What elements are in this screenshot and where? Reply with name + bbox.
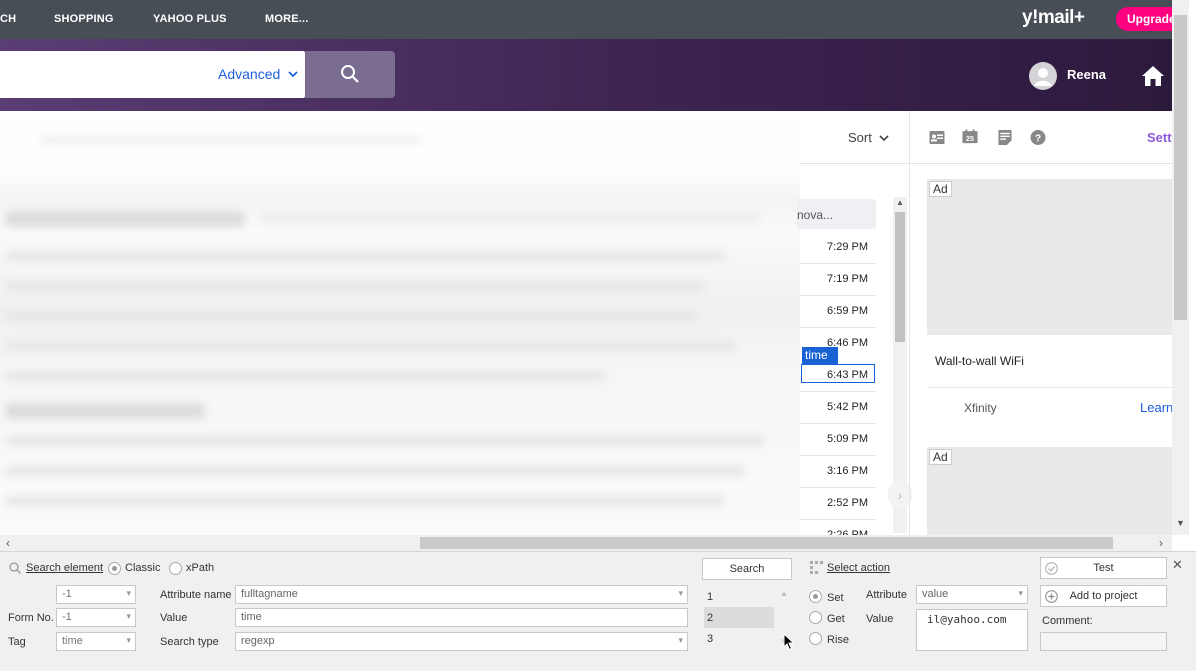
mode-xpath-label: xPath — [186, 562, 215, 574]
window-vertical-scroll-thumb[interactable] — [1174, 15, 1187, 320]
help-icon[interactable]: ? — [1030, 130, 1046, 145]
avatar[interactable] — [1029, 62, 1057, 90]
add-to-project-button[interactable]: Add to project — [1040, 585, 1167, 607]
mail-header: Advanced Reena — [0, 39, 1172, 111]
close-icon[interactable]: ✕ — [1172, 557, 1183, 573]
index-select[interactable]: -1 — [56, 585, 136, 604]
action-set-label: Set — [827, 592, 844, 604]
search-button[interactable]: Search — [702, 558, 792, 580]
message-time[interactable]: 7:29 PM — [800, 241, 876, 253]
contacts-icon[interactable] — [929, 130, 945, 145]
message-time[interactable]: 3:16 PM — [800, 465, 876, 477]
match-selected-row — [704, 607, 774, 628]
action-set-radio[interactable] — [809, 590, 822, 603]
ad-source: Xfinity — [964, 401, 997, 415]
user-name[interactable]: Reena — [1067, 67, 1106, 82]
attribute-name-select[interactable]: fulltagname — [235, 585, 688, 604]
message-time[interactable]: 6:59 PM — [800, 305, 876, 317]
home-icon[interactable] — [1141, 65, 1165, 87]
nav-link-shopping[interactable]: SHOPPING — [54, 13, 114, 25]
sort-label: Sort — [848, 130, 872, 145]
test-label: Test — [1093, 562, 1114, 574]
check-circle-icon — [1045, 562, 1058, 575]
action-get-label: Get — [827, 613, 845, 625]
ad-badge: Ad — [929, 449, 952, 465]
message-list-scroll-thumb[interactable] — [895, 212, 905, 342]
attribute-label: Attribute — [866, 589, 907, 601]
mouse-cursor-icon — [783, 633, 795, 651]
attribute-select[interactable]: value — [916, 585, 1028, 604]
action-rise-radio[interactable] — [809, 632, 822, 645]
advanced-label: Advanced — [218, 66, 281, 82]
preview-text: nova... — [797, 208, 834, 222]
action-get-radio[interactable] — [809, 611, 822, 624]
comment-label: Comment: — [1042, 615, 1093, 627]
match-list[interactable]: 1 2 3 ▲ ▼ — [702, 585, 790, 651]
user-icon — [1034, 68, 1052, 86]
top-navigation: CH SHOPPING YAHOO PLUS MORE... y!mail+ U… — [0, 0, 1186, 39]
preview-snippet[interactable]: nova... — [797, 199, 876, 229]
settings-link[interactable]: Sett — [1147, 130, 1172, 145]
comment-input[interactable] — [1040, 632, 1167, 651]
add-to-project-label: Add to project — [1069, 590, 1138, 602]
value-label: Value — [160, 612, 188, 624]
scroll-up-icon[interactable]: ▲ — [780, 589, 788, 598]
ad-divider — [927, 387, 1172, 388]
svg-text:?: ? — [1035, 133, 1041, 144]
search-button[interactable] — [305, 51, 395, 98]
sort-dropdown[interactable]: Sort — [848, 130, 890, 145]
nav-link-partial[interactable]: CH — [0, 13, 16, 25]
grid-icon — [810, 561, 823, 574]
form-no-label: Form No. — [8, 612, 54, 624]
ad-learn-more-link[interactable]: Learn — [1140, 400, 1173, 415]
element-highlight-box — [801, 364, 875, 383]
search-type-select[interactable]: regexp — [235, 632, 688, 651]
message-list-blurred — [0, 111, 800, 535]
window-horizontal-scroll-thumb[interactable] — [420, 537, 1113, 549]
chevron-down-icon — [879, 135, 890, 142]
sort-bar: Sort — [800, 111, 908, 163]
action-rise-label: Rise — [827, 634, 850, 646]
mode-classic-label: Classic — [125, 562, 161, 574]
notepad-icon[interactable] — [997, 130, 1013, 145]
nav-link-yahoo-plus[interactable]: YAHOO PLUS — [153, 13, 227, 25]
match-item[interactable]: 3 — [707, 633, 713, 645]
element-highlight-tag: time — [802, 347, 838, 364]
message-time[interactable]: 5:09 PM — [800, 433, 876, 445]
advanced-search-toggle[interactable]: Advanced — [218, 66, 299, 82]
select-action-link[interactable]: Select action — [827, 562, 890, 574]
calendar-icon[interactable]: 25 — [962, 129, 978, 144]
ad-badge: Ad — [929, 181, 952, 197]
attribute-name-label: Attribute name — [160, 589, 232, 601]
match-item[interactable]: 2 — [707, 612, 713, 624]
form-no-select[interactable]: -1 — [56, 608, 136, 627]
value-input[interactable]: time — [235, 608, 688, 627]
svg-text:25: 25 — [966, 135, 974, 143]
plus-circle-icon — [1045, 590, 1058, 603]
ad-image[interactable]: Ad — [927, 179, 1172, 335]
search-icon — [341, 65, 359, 83]
message-time[interactable]: 2:52 PM — [800, 497, 876, 509]
ad-title[interactable]: Wall-to-wall WiFi — [935, 354, 1024, 368]
action-value-textarea[interactable]: il@yahoo.com — [916, 609, 1028, 651]
ad-image-second[interactable]: Ad — [927, 447, 1172, 537]
test-button[interactable]: Test — [1040, 557, 1167, 579]
app-window: CH SHOPPING YAHOO PLUS MORE... y!mail+ U… — [0, 0, 1196, 671]
chevron-down-icon — [288, 71, 298, 78]
message-time[interactable]: 5:42 PM — [800, 401, 876, 413]
search-type-label: Search type — [160, 636, 219, 648]
search-element-link[interactable]: Search element — [26, 562, 103, 574]
action-value-label: Value — [866, 613, 894, 625]
tag-label: Tag — [8, 636, 26, 648]
nav-link-more[interactable]: MORE... — [265, 13, 309, 25]
message-time[interactable]: 7:19 PM — [800, 273, 876, 285]
mail-search-input[interactable]: Advanced — [0, 51, 305, 98]
yahoo-mail-logo[interactable]: y!mail+ — [1022, 7, 1085, 29]
mode-xpath-radio[interactable] — [169, 562, 182, 575]
match-item[interactable]: 1 — [707, 591, 713, 603]
tag-select[interactable]: time — [56, 632, 136, 651]
mode-classic-radio[interactable] — [108, 562, 121, 575]
search-icon — [9, 562, 21, 574]
